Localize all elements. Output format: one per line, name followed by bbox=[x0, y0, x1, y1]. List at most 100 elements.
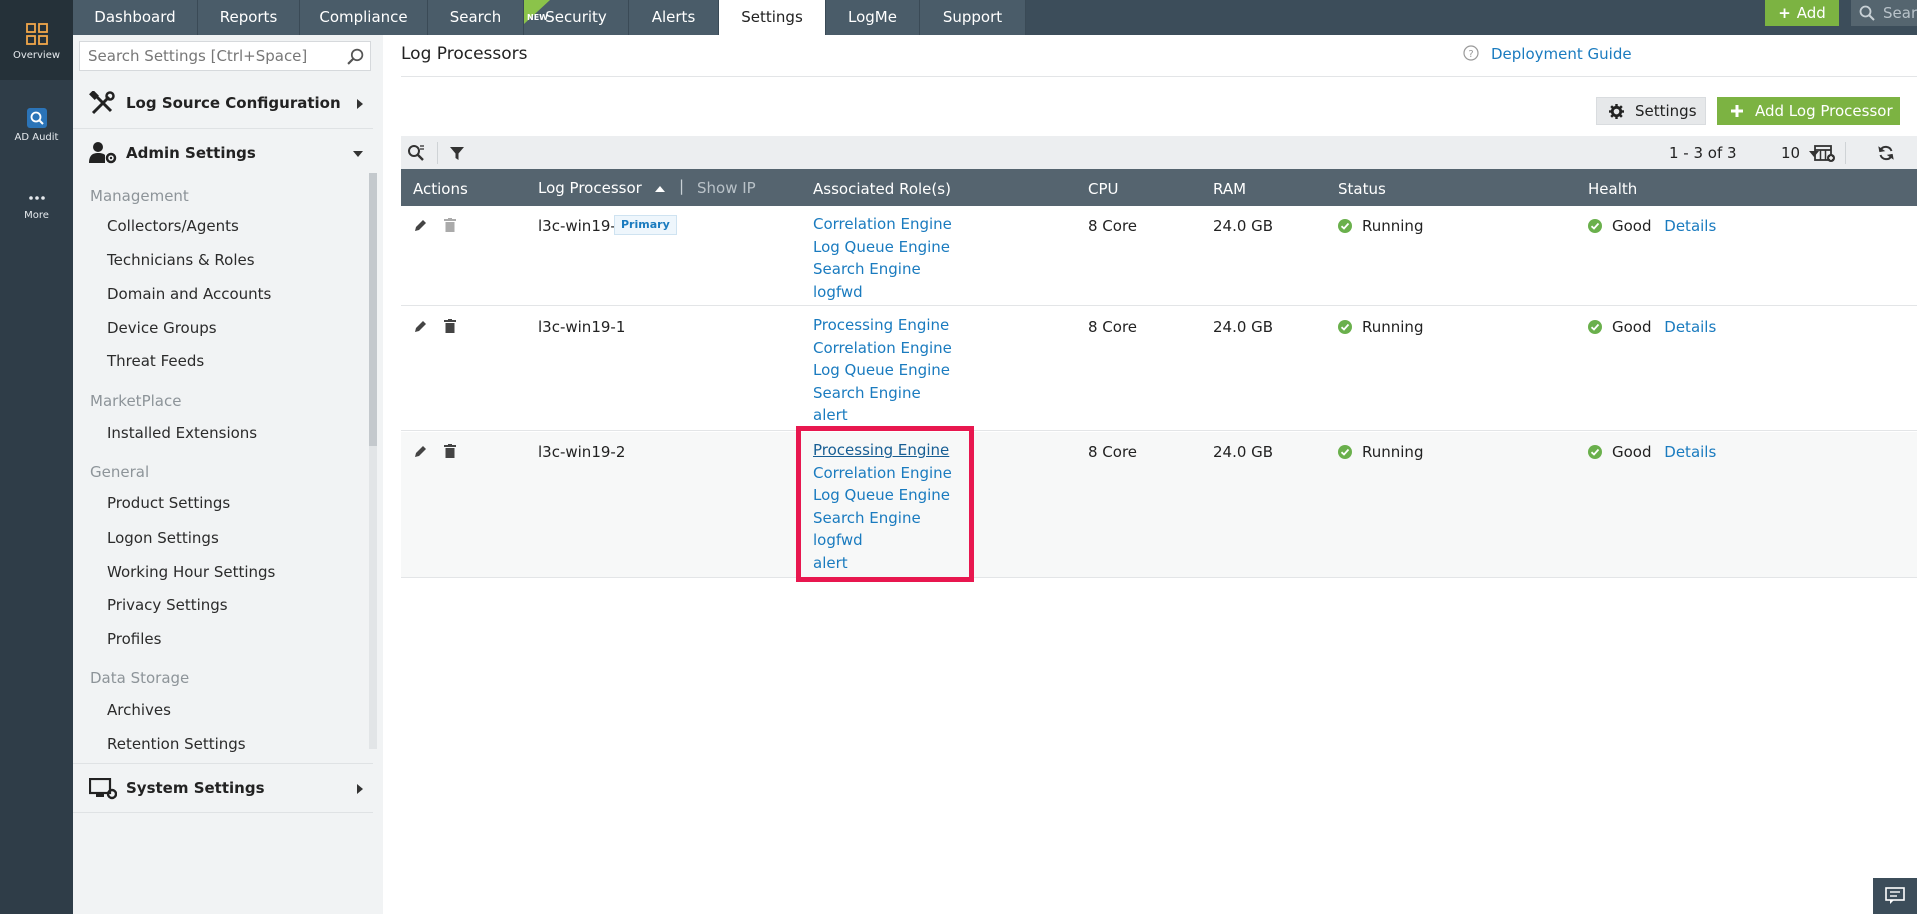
group-data-storage: Data Storage bbox=[90, 669, 190, 687]
tab-alerts[interactable]: Alerts bbox=[629, 0, 719, 35]
sidebar-item-logon-settings[interactable]: Logon Settings bbox=[107, 529, 219, 547]
top-search-input[interactable]: Search bbox=[1851, 0, 1917, 26]
table-row: l3c-win19-2 Processing Engine Correlatio… bbox=[401, 432, 1917, 578]
table-row: l3c-win19-3 Primary Correlation Engine L… bbox=[401, 206, 1917, 306]
role-link[interactable]: Log Queue Engine bbox=[813, 236, 952, 259]
table-row: l3c-win19-1 Processing Engine Correlatio… bbox=[401, 307, 1917, 431]
plus-icon: + bbox=[1778, 4, 1791, 22]
tab-compliance[interactable]: Compliance bbox=[300, 0, 428, 35]
role-link[interactable]: Log Queue Engine bbox=[813, 359, 952, 382]
column-chooser-icon[interactable] bbox=[1814, 145, 1836, 163]
health-text: Good bbox=[1612, 217, 1652, 235]
delete-icon[interactable] bbox=[444, 444, 456, 458]
add-label: Add bbox=[1796, 4, 1826, 22]
edit-icon[interactable] bbox=[414, 319, 428, 333]
settings-button[interactable]: Settings bbox=[1596, 97, 1706, 125]
rail-label: More bbox=[24, 210, 49, 221]
delete-icon[interactable] bbox=[444, 319, 456, 333]
sidebar-scrollbar-thumb[interactable] bbox=[369, 173, 377, 446]
tab-reports[interactable]: Reports bbox=[198, 0, 300, 35]
role-link[interactable]: logfwd bbox=[813, 281, 952, 304]
sidebar-item-retention-settings[interactable]: Retention Settings bbox=[107, 735, 246, 753]
sidebar-item-working-hour-settings[interactable]: Working Hour Settings bbox=[107, 563, 275, 581]
settings-search-placeholder: Search Settings [Ctrl+Space] bbox=[88, 47, 308, 65]
main-content: Log Processors ? Deployment Guide Settin… bbox=[383, 35, 1917, 914]
delete-icon[interactable] bbox=[444, 218, 456, 232]
sidebar-item-product-settings[interactable]: Product Settings bbox=[107, 494, 230, 512]
health-badge: Good Details bbox=[1588, 443, 1716, 461]
sidebar-item-threat-feeds[interactable]: Threat Feeds bbox=[107, 352, 204, 370]
sidebar-item-technicians-roles[interactable]: Technicians & Roles bbox=[107, 251, 255, 269]
section-system-settings[interactable]: System Settings bbox=[73, 763, 373, 813]
settings-search-input[interactable]: Search Settings [Ctrl+Space] bbox=[79, 41, 371, 71]
tab-settings[interactable]: Settings bbox=[719, 0, 826, 35]
sidebar-item-installed-extensions[interactable]: Installed Extensions bbox=[107, 424, 257, 442]
left-rail: Overview AD Audit More bbox=[0, 0, 73, 914]
tab-support[interactable]: Support bbox=[920, 0, 1026, 35]
chat-icon bbox=[1885, 887, 1905, 904]
highlight-box bbox=[796, 426, 974, 582]
health-text: Good bbox=[1612, 443, 1652, 461]
top-search-placeholder: Search bbox=[1883, 4, 1917, 22]
ram-value: 24.0 GB bbox=[1213, 217, 1274, 235]
rail-item-more[interactable]: More bbox=[0, 190, 73, 221]
role-link[interactable]: Processing Engine bbox=[813, 314, 952, 337]
edit-icon[interactable] bbox=[414, 218, 428, 232]
add-button[interactable]: + Add bbox=[1765, 0, 1839, 26]
sidebar-item-archives[interactable]: Archives bbox=[107, 701, 171, 719]
tab-search[interactable]: Search bbox=[428, 0, 524, 35]
page-size-value: 10 bbox=[1781, 144, 1801, 162]
role-link[interactable]: alert bbox=[813, 404, 952, 427]
svg-text:?: ? bbox=[1468, 49, 1473, 60]
pagination-info: 1 - 3 of 3 bbox=[1669, 144, 1737, 162]
table-header: Actions Log Processor | Show IP Associat… bbox=[401, 169, 1917, 206]
deployment-guide-link[interactable]: ? Deployment Guide bbox=[1463, 45, 1632, 63]
ad-audit-icon bbox=[26, 108, 47, 128]
toolbar-divider bbox=[1845, 142, 1846, 164]
plus-icon bbox=[1731, 105, 1743, 117]
sidebar-item-domain-accounts[interactable]: Domain and Accounts bbox=[107, 285, 271, 303]
rail-item-ad-audit[interactable]: AD Audit bbox=[0, 108, 73, 143]
sidebar-item-privacy-settings[interactable]: Privacy Settings bbox=[107, 596, 228, 614]
role-link[interactable]: Correlation Engine bbox=[813, 213, 952, 236]
check-circle-icon bbox=[1338, 320, 1352, 334]
group-management: Management bbox=[90, 187, 189, 205]
section-admin-settings[interactable]: Admin Settings bbox=[73, 129, 373, 179]
search-icon bbox=[1859, 5, 1875, 21]
role-link[interactable]: Search Engine bbox=[813, 258, 952, 281]
sidebar-item-profiles[interactable]: Profiles bbox=[107, 630, 161, 648]
tab-dashboard[interactable]: Dashboard bbox=[73, 0, 198, 35]
details-link[interactable]: Details bbox=[1664, 443, 1716, 461]
sidebar-item-device-groups[interactable]: Device Groups bbox=[107, 319, 217, 337]
table-toolbar: 1 - 3 of 3 10 bbox=[401, 136, 1917, 169]
rail-item-overview[interactable]: Overview bbox=[0, 0, 73, 80]
role-link[interactable]: Search Engine bbox=[813, 382, 952, 405]
sidebar-item-collectors-agents[interactable]: Collectors/Agents bbox=[107, 217, 239, 235]
section-label: Admin Settings bbox=[126, 144, 256, 162]
caret-right-icon bbox=[357, 784, 363, 794]
filter-icon[interactable] bbox=[450, 147, 464, 161]
search-options-icon[interactable] bbox=[407, 144, 425, 162]
add-log-processor-label: Add Log Processor bbox=[1755, 102, 1893, 120]
section-log-source-configuration[interactable]: Log Source Configuration bbox=[73, 79, 373, 129]
chat-button[interactable] bbox=[1873, 878, 1917, 914]
caret-right-icon bbox=[357, 99, 363, 109]
check-circle-icon bbox=[1338, 445, 1352, 459]
column-header-associated-roles: Associated Role(s) bbox=[813, 180, 951, 198]
cpu-value: 8 Core bbox=[1088, 443, 1138, 461]
health-badge: Good Details bbox=[1588, 318, 1716, 336]
details-link[interactable]: Details bbox=[1664, 318, 1716, 336]
tab-security[interactable]: NEW Security bbox=[524, 0, 629, 35]
column-header-log-processor[interactable]: Log Processor bbox=[538, 179, 665, 197]
more-icon bbox=[28, 196, 45, 200]
tab-logme[interactable]: LogMe bbox=[826, 0, 920, 35]
caret-down-icon bbox=[353, 151, 363, 157]
group-general: General bbox=[90, 463, 150, 481]
edit-icon[interactable] bbox=[414, 444, 428, 458]
add-log-processor-button[interactable]: Add Log Processor bbox=[1717, 97, 1900, 125]
show-ip-toggle[interactable]: Show IP bbox=[697, 179, 756, 197]
refresh-icon[interactable] bbox=[1878, 145, 1894, 161]
section-label: Log Source Configuration bbox=[126, 94, 341, 112]
role-link[interactable]: Correlation Engine bbox=[813, 337, 952, 360]
details-link[interactable]: Details bbox=[1664, 217, 1716, 235]
